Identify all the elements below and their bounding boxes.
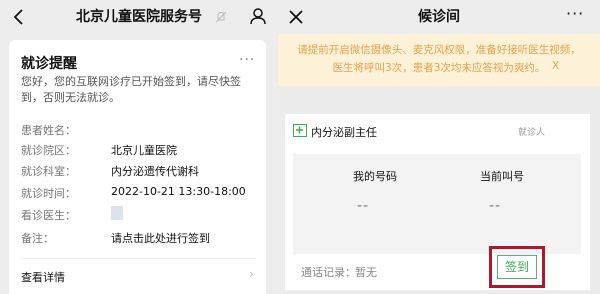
call-record-value: 暂无 xyxy=(355,266,377,279)
visit-time-label: 就诊时间： xyxy=(21,187,76,200)
signin-button[interactable]: 签到 xyxy=(497,255,537,279)
card-title: 就诊提醒 xyxy=(21,56,77,72)
notice-close-button[interactable]: X xyxy=(552,60,559,72)
current-number-value: -- xyxy=(489,198,502,214)
person-icon[interactable] xyxy=(248,6,268,26)
doctor-avatar-placeholder xyxy=(111,206,123,220)
reminder-message: 您好，您的互联网诊疗已开始签到，请尽快签到，否则无法就诊。 xyxy=(21,75,241,104)
department-name: 内分泌副主任 xyxy=(311,126,377,139)
left-header: 北京儿童医院服务号 xyxy=(0,0,278,34)
more-icon[interactable]: ··· xyxy=(566,4,584,23)
visit-reminder-card[interactable]: 就诊提醒 ··· 您好，您的互联网诊疗已开始签到，请尽快签到，否则无法就诊。 患… xyxy=(9,40,266,294)
remark-value[interactable]: 请点击此处进行签到 xyxy=(111,230,210,246)
account-title: 北京儿童医院服务号 xyxy=(76,9,202,25)
remark-label: 备注： xyxy=(21,232,54,245)
department-value: 内分泌遗传代谢科 xyxy=(111,165,199,178)
signin-highlight-frame: 签到 xyxy=(489,246,545,288)
campus-label: 就诊院区： xyxy=(21,144,76,157)
doctor-label: 看诊医生： xyxy=(21,209,76,222)
chevron-right-icon: › xyxy=(249,267,254,281)
notice-line-1: 请提前开启微信摄像头、麦克风权限，准备好接听医生视频， xyxy=(297,44,581,56)
patient-tag: 就诊人 xyxy=(518,128,546,138)
mute-icon xyxy=(215,11,227,23)
current-number-label: 当前叫号 xyxy=(480,170,524,183)
department-icon xyxy=(293,124,307,137)
queue-number-box: 我的号码 当前叫号 -- -- xyxy=(293,154,581,254)
call-record-label: 通话记录： xyxy=(301,266,356,279)
patient-name-label: 患者姓名： xyxy=(21,124,76,137)
my-number-value: -- xyxy=(357,198,370,214)
more-icon[interactable]: ··· xyxy=(239,52,255,68)
divider xyxy=(21,258,256,259)
permission-notice: 请提前开启微信摄像头、麦克风权限，准备好接听医生视频， 医生将呼叫3次，患者3次… xyxy=(278,34,600,86)
page-title: 候诊间 xyxy=(418,9,460,25)
campus-value: 北京儿童医院 xyxy=(111,144,177,157)
waiting-room-panel: 候诊间 ··· 请提前开启微信摄像头、麦克风权限，准备好接听医生视频， 医生将呼… xyxy=(278,0,600,294)
visit-time-value: 2022-10-21 13:30-18:00 xyxy=(111,185,246,198)
department-label: 就诊科室： xyxy=(21,165,76,178)
service-account-panel: 北京儿童医院服务号 就诊提醒 ··· 您好，您的互联网诊疗已开始签到，请尽快签到… xyxy=(0,0,278,294)
view-details-link[interactable]: 查看详情 xyxy=(21,269,65,285)
my-number-label: 我的号码 xyxy=(353,170,397,183)
right-header: 候诊间 ··· xyxy=(278,0,600,34)
